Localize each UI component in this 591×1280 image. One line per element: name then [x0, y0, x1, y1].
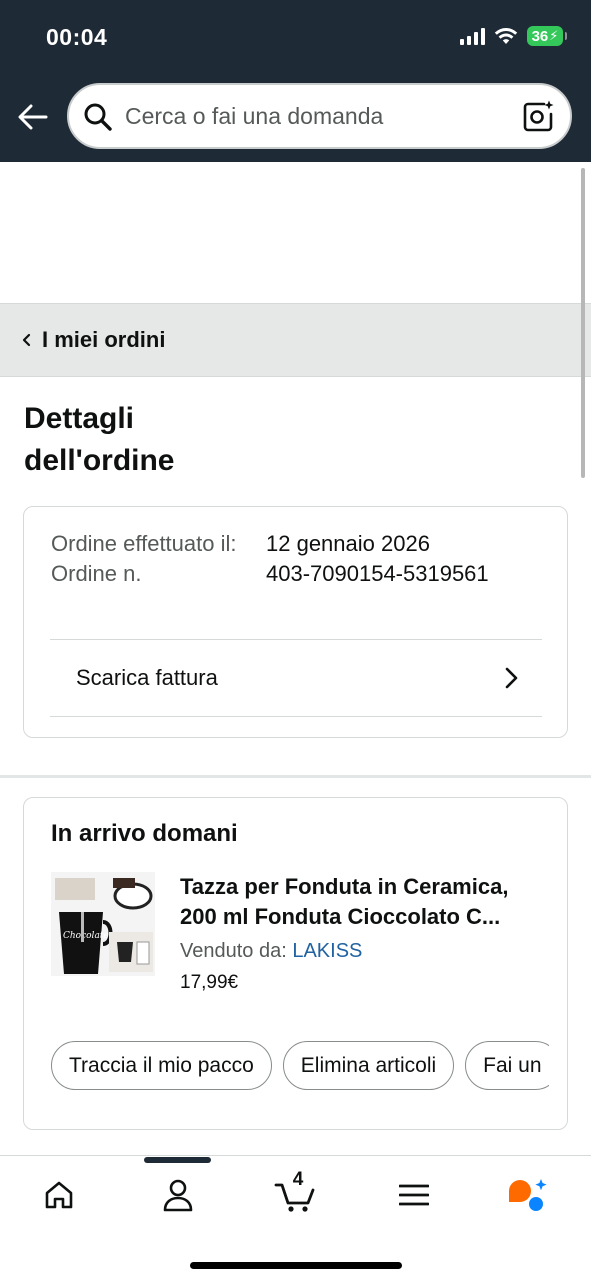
shipment-card: In arrivo domani Chocolate Tazza per Fon…	[23, 797, 568, 1130]
cart-count: 4	[292, 1169, 304, 1190]
svg-text:Chocolate: Chocolate	[63, 931, 109, 941]
download-invoice-row[interactable]: Scarica fattura	[50, 640, 542, 716]
account-tab[interactable]	[148, 1173, 208, 1217]
home-indicator	[190, 1262, 402, 1269]
rufus-tab[interactable]	[499, 1173, 559, 1217]
chevron-right-icon	[505, 667, 518, 689]
camera-lens-icon[interactable]	[522, 99, 556, 133]
delivery-status: In arrivo domani	[51, 820, 238, 847]
seller-link[interactable]: LAKISS	[292, 940, 362, 962]
menu-tab[interactable]	[384, 1173, 444, 1217]
app-header: 00:04 36 ⚡	[0, 0, 591, 162]
product-title-line2: 200 ml Fonduta Cioccolato C...	[180, 904, 501, 929]
rufus-icon	[509, 1179, 547, 1211]
charging-icon: ⚡	[549, 28, 559, 43]
order-date: 12 gennaio 2026	[266, 531, 430, 556]
track-package-button[interactable]: Traccia il mio pacco	[51, 1041, 272, 1090]
sheet-handle	[144, 1157, 211, 1163]
battery-indicator: 36 ⚡	[527, 26, 567, 46]
action-buttons: Traccia il mio pacco Elimina articoli Fai …	[51, 1041, 549, 1091]
download-invoice-label: Scarica fattura	[76, 665, 218, 690]
order-info-card: Ordine effettuato il: Ordine n. 12 genna…	[23, 506, 568, 738]
sold-by: Venduto da: LAKISS	[180, 940, 362, 963]
order-labels: Ordine effettuato il: Ordine n.	[51, 529, 251, 589]
more-action-button[interactable]: Fai un	[465, 1041, 549, 1090]
cart-tab[interactable]: 4	[266, 1169, 326, 1217]
menu-icon	[399, 1184, 429, 1206]
account-icon	[163, 1179, 193, 1212]
status-icons: 36 ⚡	[460, 26, 567, 46]
status-time: 00:04	[46, 24, 108, 50]
product-title[interactable]: Tazza per Fonduta in Ceramica, 200 ml Fo…	[180, 872, 545, 932]
bottom-nav: 4	[0, 1155, 591, 1280]
scrollbar[interactable]	[581, 168, 585, 478]
back-arrow-icon[interactable]	[16, 100, 50, 134]
product-image[interactable]: Chocolate	[51, 872, 155, 976]
chevron-left-icon	[22, 333, 31, 347]
product-title-line1: Tazza per Fonduta in Ceramica,	[180, 874, 509, 899]
order-values: 12 gennaio 2026 403-7090154-5319561	[266, 529, 489, 589]
delete-items-button[interactable]: Elimina articoli	[282, 1041, 455, 1090]
home-icon	[45, 1181, 73, 1209]
search-bar[interactable]	[67, 83, 572, 149]
sold-by-label: Venduto da:	[180, 940, 287, 962]
section-separator	[0, 775, 591, 778]
order-number: 403-7090154-5319561	[266, 561, 489, 586]
search-input[interactable]	[125, 85, 505, 147]
divider	[50, 716, 542, 717]
wifi-icon	[494, 28, 518, 44]
battery-level: 36	[531, 27, 549, 45]
page-title: Dettagli dell'ordine	[24, 402, 175, 477]
order-number-label: Ordine n.	[51, 561, 142, 586]
breadcrumb-label: I miei ordini	[42, 327, 166, 352]
order-placed-label: Ordine effettuato il:	[51, 531, 237, 556]
breadcrumb-my-orders[interactable]: I miei ordini	[0, 303, 591, 377]
mug-product-thumbnail: Chocolate	[51, 872, 155, 976]
product-price: 17,99€	[180, 972, 239, 993]
cellular-signal-icon	[460, 27, 485, 45]
home-tab[interactable]	[29, 1173, 89, 1217]
search-icon	[84, 103, 112, 131]
